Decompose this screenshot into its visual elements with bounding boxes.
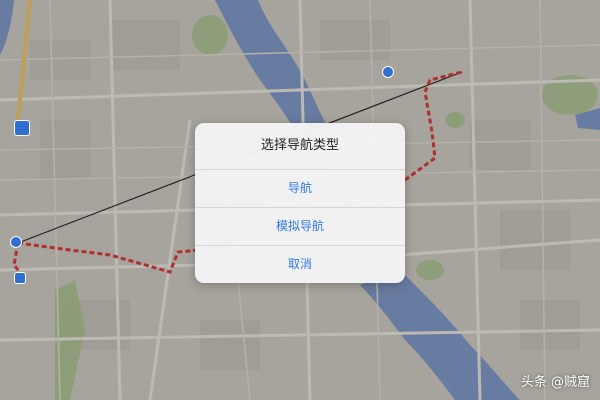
navigate-button[interactable]: 导航 bbox=[195, 169, 405, 207]
navigation-type-dialog: 选择导航类型 导航 模拟导航 取消 bbox=[195, 123, 405, 283]
watermark: 头条 @贼窟 bbox=[520, 375, 590, 390]
destination-pin-icon[interactable] bbox=[382, 66, 394, 78]
dialog-title: 选择导航类型 bbox=[260, 138, 339, 153]
simulate-navigation-button[interactable]: 模拟导航 bbox=[195, 207, 405, 245]
poi-icon[interactable] bbox=[14, 272, 26, 284]
cancel-button[interactable]: 取消 bbox=[195, 245, 405, 283]
poi-icon[interactable] bbox=[14, 120, 30, 136]
map-pin-icon[interactable] bbox=[10, 236, 22, 248]
